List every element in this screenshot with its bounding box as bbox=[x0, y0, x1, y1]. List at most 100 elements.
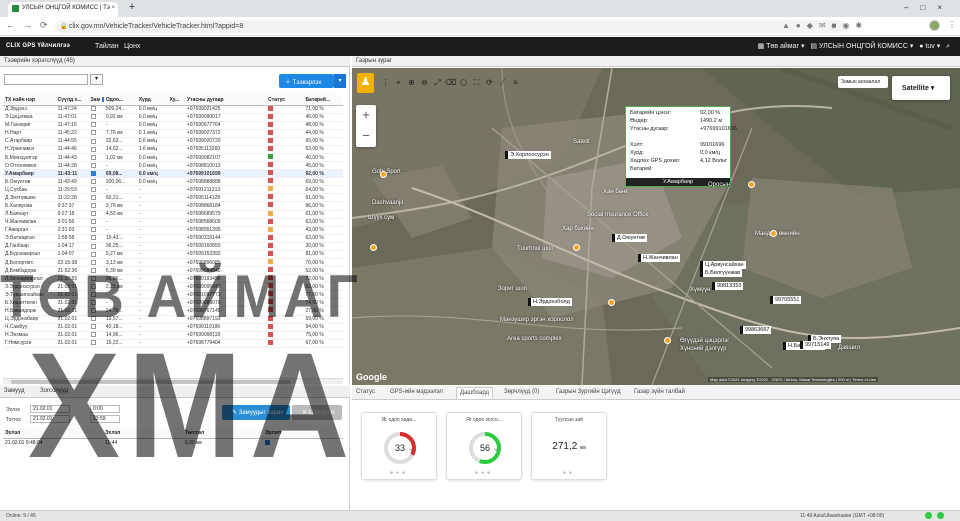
table-row[interactable]: Ч.Жанчивлан 3:01:56 - - +97698568609 63,00 % bbox=[3, 218, 343, 227]
track-toggle[interactable] bbox=[88, 193, 104, 203]
track-checkbox[interactable] bbox=[90, 186, 96, 192]
col-last[interactable]: Сүүлд х... bbox=[55, 95, 89, 106]
col-status[interactable]: Статус bbox=[266, 95, 304, 106]
map-type-select[interactable]: Satellite ▾ bbox=[892, 76, 950, 100]
col-phone[interactable]: Утасны дугаар bbox=[185, 95, 267, 106]
col-distance[interactable]: Одоо... bbox=[103, 95, 137, 106]
track-toggle[interactable] bbox=[88, 185, 104, 195]
track-toggle[interactable] bbox=[88, 201, 104, 211]
card-pager[interactable]: ●● bbox=[532, 470, 606, 476]
fullscreen-icon[interactable]: ⤢ bbox=[432, 77, 443, 88]
map-pin-icon[interactable] bbox=[573, 244, 580, 251]
nav-buttons[interactable]: ←→⟳ bbox=[6, 20, 56, 31]
track-checkbox[interactable] bbox=[90, 195, 96, 201]
track-toggle[interactable] bbox=[88, 153, 104, 163]
track-checkbox[interactable] bbox=[90, 178, 96, 184]
track-toggle[interactable] bbox=[88, 177, 104, 187]
track-toggle[interactable] bbox=[88, 226, 104, 235]
table-row[interactable]: У.Амарбаяр 11:43:11 69,08... 0.0 км/ц +97699… bbox=[3, 169, 343, 179]
track-checkbox[interactable] bbox=[90, 138, 96, 144]
map-pin-icon[interactable] bbox=[664, 337, 671, 344]
table-row[interactable]: М.Ганзориг 11:47:15 -0.0 км/ц +97690677764 4… bbox=[3, 121, 343, 130]
window-controls[interactable]: –□× bbox=[904, 3, 954, 12]
track-checkbox[interactable] bbox=[90, 114, 96, 120]
tab-map-points[interactable]: Газрын Зургийн Цэгүүд bbox=[556, 389, 621, 395]
track-checkbox[interactable] bbox=[90, 162, 96, 168]
aimag-select[interactable]: ▦ Төв аймаг ▾ bbox=[758, 43, 805, 50]
track-checkbox[interactable] bbox=[90, 154, 96, 160]
track-toggle[interactable] bbox=[88, 210, 104, 219]
org-select[interactable]: ▤ УЛСЫН ОНЦГОЙ КОМИСС ▾ bbox=[810, 43, 913, 50]
menu-report[interactable]: Тайлан bbox=[95, 43, 119, 50]
map-pin-icon[interactable] bbox=[608, 299, 615, 306]
track-toggle[interactable] bbox=[88, 137, 104, 146]
new-tab-icon[interactable]: + bbox=[126, 2, 138, 14]
table-row[interactable]: Б.Халиунаа 9:37:37 3,76 км - +97698868184 96,… bbox=[3, 201, 343, 211]
map-pin-icon[interactable] bbox=[770, 230, 777, 237]
app-logo[interactable]: CLIX GPS Үйлчилгээ bbox=[6, 43, 70, 49]
add-vehicle-button[interactable]: ＋ Тээвэрлэх bbox=[279, 74, 334, 88]
profile-avatar[interactable] bbox=[929, 20, 940, 31]
map-zoom-out-button[interactable]: − bbox=[356, 126, 376, 147]
table-row[interactable]: Ц.Сүхбаа 11:29:53 - - +97691211213 64,00 % bbox=[3, 185, 343, 195]
user-menu[interactable]: ● tuv ▾ bbox=[919, 43, 940, 50]
track-checkbox[interactable] bbox=[90, 203, 96, 209]
vehicle-label[interactable]: 99863667 bbox=[740, 326, 772, 334]
zoom-out-icon[interactable]: ⊖ bbox=[419, 77, 430, 88]
add-vehicle-dropdown[interactable]: ▾ bbox=[334, 74, 346, 88]
map-pin-icon[interactable] bbox=[370, 244, 377, 251]
table-row[interactable]: Д.Энхтүвшин 11:22:28 60,21... - +97695114128… bbox=[3, 193, 343, 203]
tab-geo-zones[interactable]: Газар зүйн талбай bbox=[634, 389, 685, 395]
track-checkbox[interactable] bbox=[90, 251, 96, 257]
vehicle-label[interactable]: 99715149 bbox=[800, 341, 832, 349]
track-toggle[interactable] bbox=[88, 169, 104, 179]
select-all-checkbox[interactable] bbox=[101, 96, 104, 102]
track-toggle[interactable] bbox=[88, 113, 104, 122]
vehicle-label[interactable]: Н.Жанчивлан bbox=[638, 254, 680, 262]
table-row[interactable]: Д.Эрдэнэ 11:47:24 509,24... 0.0 км/ц +976990… bbox=[3, 105, 343, 114]
col-battery[interactable]: Батарей... bbox=[303, 95, 343, 106]
track-toggle[interactable] bbox=[88, 129, 104, 138]
expand-icon[interactable]: ⛶ bbox=[471, 77, 482, 88]
card-pager[interactable]: ●●● bbox=[447, 470, 521, 476]
layers-icon[interactable]: ≡ bbox=[510, 77, 521, 88]
tab-dashboard[interactable]: Дашбоард bbox=[456, 387, 494, 399]
table-row[interactable]: Э.Цэцэгмаа 11:47:01 0,92 км 0,0 км/ц +976990… bbox=[3, 113, 343, 122]
table-row[interactable]: О.Отгончимэг 11:44:28 -0,0 км/ц +9769881001… bbox=[3, 161, 343, 171]
map-attribution[interactable]: Map data ©2021 Imagery ©2021 , CNES / Ai… bbox=[708, 377, 878, 382]
vehicle-label[interactable]: Э.Хорлоосурэн bbox=[505, 151, 551, 159]
vehicle-label[interactable]: Б.Билгүүнжав bbox=[700, 269, 743, 277]
card-pager[interactable]: ●●● bbox=[362, 470, 436, 476]
track-checkbox[interactable] bbox=[90, 235, 96, 241]
table-row[interactable]: Н.Уранчимэг 11:44:46 14,62... 1.6 км/ц +9769… bbox=[3, 145, 343, 154]
vehicle-label[interactable]: Ц.Арвунсайхан bbox=[700, 261, 746, 269]
track-checkbox[interactable] bbox=[90, 130, 96, 136]
track-checkbox[interactable] bbox=[90, 170, 96, 176]
track-checkbox[interactable] bbox=[90, 219, 96, 225]
tab-violations[interactable]: Зөрчлүүд (0) bbox=[504, 389, 539, 395]
track-checkbox[interactable] bbox=[90, 211, 96, 217]
table-row[interactable]: Э.Батжаргал 1:58:58 19,43... - +97690316144 6… bbox=[3, 234, 343, 243]
extension-icons[interactable]: ▲●◆✉■◉✱ bbox=[782, 21, 868, 30]
tab-gps[interactable]: GPS-ийн мэдээлэл bbox=[390, 389, 443, 395]
col-track[interactable]: Зам bbox=[88, 95, 104, 106]
table-row[interactable]: С.Атарбаяр 11:44:55 32,63... 0,6 км/ц +97699… bbox=[3, 137, 343, 146]
eraser-icon[interactable]: ⌫ bbox=[445, 77, 456, 88]
track-toggle[interactable] bbox=[88, 145, 104, 154]
table-row[interactable]: Л.Баянаут 9:27:18 4,53 км - +97698689579 61,0… bbox=[3, 210, 343, 219]
table-row[interactable]: Б.Мөнхдэлгэр 11:44:43 1,02 км 0,0 км/ц +9769… bbox=[3, 153, 343, 163]
search-options-button[interactable]: ▾ bbox=[90, 74, 103, 85]
close-tab-icon[interactable]: × bbox=[111, 5, 115, 11]
marker-icon[interactable]: ⌖ bbox=[393, 77, 404, 88]
traffic-button[interactable]: Замын анхаалал bbox=[838, 76, 888, 88]
track-toggle[interactable] bbox=[88, 242, 104, 251]
search-icon[interactable]: ⌕ bbox=[946, 43, 950, 50]
track-toggle[interactable] bbox=[88, 250, 104, 259]
track-toggle[interactable] bbox=[88, 234, 104, 243]
track-toggle[interactable] bbox=[88, 218, 104, 227]
col-name[interactable]: ТХ нэйн нэр bbox=[3, 95, 56, 106]
vehicle-label[interactable]: Н.Эрдэнэболд bbox=[528, 298, 572, 306]
map-pin-icon[interactable] bbox=[748, 181, 755, 188]
track-toggle[interactable] bbox=[88, 105, 104, 114]
track-checkbox[interactable] bbox=[90, 243, 96, 249]
